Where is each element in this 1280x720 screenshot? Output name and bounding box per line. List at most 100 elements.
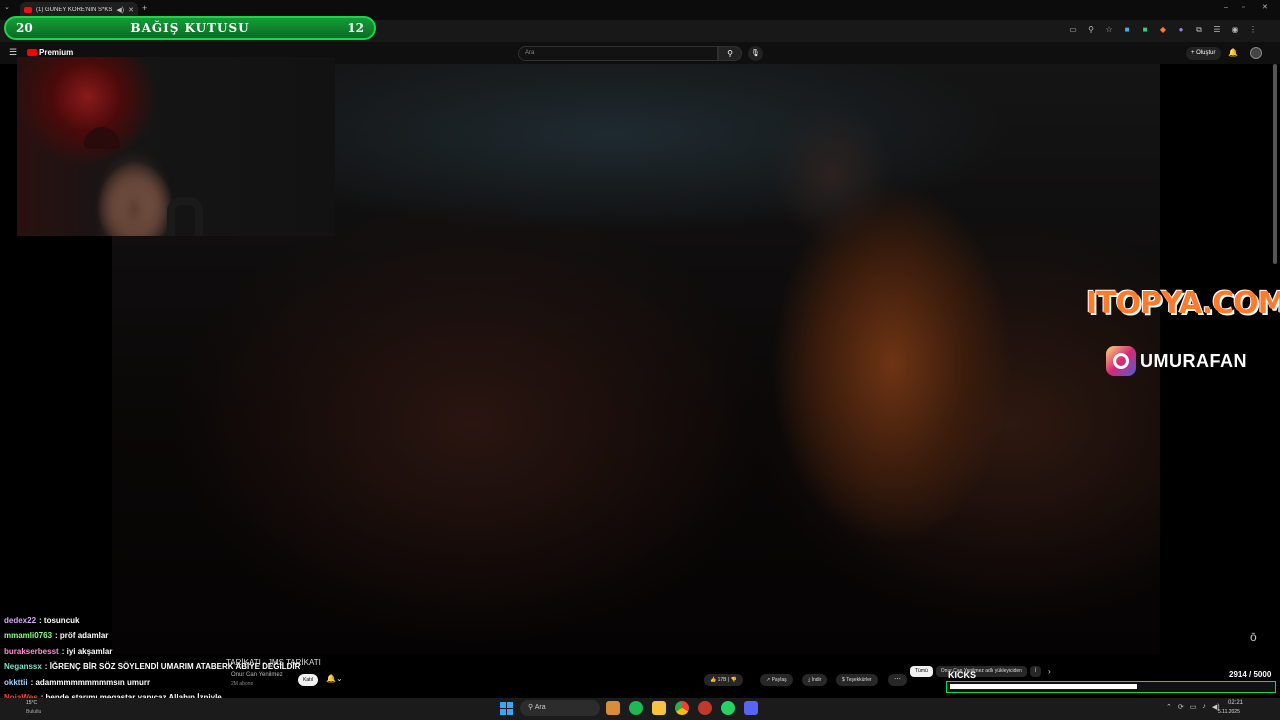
search-icon: ⚲	[727, 49, 733, 58]
page-scrollbar[interactable]	[1273, 64, 1277, 264]
discord-icon[interactable]	[744, 701, 758, 715]
chat-username[interactable]: Neganssx	[4, 662, 42, 671]
weather-description[interactable]: Bulutlu	[26, 709, 41, 715]
create-button[interactable]: + Oluştur	[1186, 47, 1221, 60]
widget-app-icon[interactable]	[606, 701, 620, 715]
window-maximize-button[interactable]: ▫	[1242, 4, 1244, 11]
filter-chip[interactable]: İ	[1029, 666, 1042, 677]
download-label: İndir	[811, 677, 822, 683]
extension-icon[interactable]: ●	[1176, 25, 1186, 35]
chevron-right-icon[interactable]: ›	[1048, 667, 1051, 676]
sync-icon[interactable]: ⟳	[1178, 703, 1184, 711]
windows-start-icon[interactable]	[500, 702, 513, 715]
kebab-menu-icon[interactable]: ⋮	[1248, 25, 1258, 35]
cast-icon[interactable]: ▭	[1068, 25, 1078, 35]
sidebar-icon[interactable]: ☰	[1212, 25, 1222, 35]
youtube-logo-text: Premium	[39, 48, 74, 57]
streamer-webcam	[17, 57, 335, 236]
clock-time[interactable]: 02:21	[1228, 700, 1243, 706]
youtube-search-input[interactable]: Ara	[518, 46, 718, 61]
chat-text: pröf adamlar	[59, 631, 109, 641]
chat-message: mmamli0763: pröf adamlar	[4, 628, 434, 643]
chat-message: okkttii: adammmmmmmmmsın umurr	[4, 675, 434, 690]
search-button[interactable]: ⚲	[718, 46, 742, 61]
taskbar-search-input[interactable]: ⚲ Ara	[520, 700, 600, 716]
chrome-icon[interactable]	[675, 701, 689, 715]
chat-text: adammmmmmmmmsın umurr	[35, 677, 151, 687]
notifications-bell-icon[interactable]: 🔔	[1228, 48, 1238, 57]
chat-username[interactable]: dedex22	[4, 616, 36, 625]
donation-title: BAĞIŞ KUTUSU	[130, 21, 250, 35]
taskbar-apps	[606, 701, 758, 715]
new-tab-button[interactable]: +	[142, 4, 147, 13]
chat-message: burakserbesst: iyi akşamlar	[4, 644, 434, 659]
sponsor-logo: ITOPYA.COM	[1086, 286, 1280, 321]
lamp	[84, 127, 120, 149]
donation-right-value: 12	[347, 21, 364, 35]
instagram-overlay: UMURAFAN	[1106, 346, 1247, 376]
stream-chat: dedex22: tosuncuk mmamli0763: pröf adamla…	[4, 613, 434, 705]
chat-username[interactable]: okkttii	[4, 678, 28, 687]
youtube-favicon-icon	[24, 7, 32, 13]
thanks-label: Teşekkürler	[846, 677, 872, 683]
donation-left-value: 20	[16, 21, 33, 35]
microphone-icon: 🎙	[751, 50, 760, 57]
thanks-button[interactable]: $ Teşekkürler	[836, 674, 878, 686]
headphones	[167, 197, 203, 236]
app-icon[interactable]	[698, 701, 712, 715]
whatsapp-icon[interactable]	[721, 701, 735, 715]
kicks-label: KICKS	[948, 670, 977, 680]
bookmark-star-icon[interactable]: ☆	[1104, 25, 1114, 35]
zoom-icon[interactable]: ⚲	[1086, 25, 1096, 35]
channel-watermark-icon[interactable]: ō	[1250, 630, 1257, 644]
kicks-progress-fill	[950, 684, 1137, 689]
kicks-count: 2914 / 5000	[1229, 670, 1272, 679]
spotify-icon[interactable]	[629, 701, 643, 715]
chat-message: dedex22: tosuncuk	[4, 613, 434, 628]
subscription-bell-icon[interactable]: 🔔⌄	[326, 674, 343, 683]
join-button[interactable]: Katıl	[298, 674, 318, 686]
youtube-play-icon	[27, 49, 37, 56]
weather-temperature[interactable]: 15°C	[26, 700, 37, 706]
like-count: 17B	[717, 677, 727, 683]
tab-audio-icon[interactable]: ◀)	[116, 7, 124, 14]
youtube-logo[interactable]: Premium	[27, 48, 73, 57]
instagram-handle: UMURAFAN	[1140, 350, 1247, 371]
download-button[interactable]: ⤓ İndir	[802, 674, 828, 686]
chat-message: Neganssx: İĞRENÇ BİR SÖZ SÖYLENDİ UMARIM…	[4, 659, 434, 674]
avatar[interactable]	[1250, 47, 1262, 59]
subscriber-count: 2M abone	[231, 681, 254, 687]
chat-text: iyi akşamlar	[66, 646, 113, 656]
chat-username[interactable]: burakserbesst	[4, 647, 59, 656]
video-title: TARİKATI - JMS TARİKATI	[226, 658, 321, 667]
extensions-puzzle-icon[interactable]: ⧉	[1194, 25, 1204, 35]
window-minimize-button[interactable]: –	[1224, 4, 1228, 11]
tab-close-icon[interactable]: ✕	[128, 7, 134, 14]
more-actions-button[interactable]: ⋯	[888, 674, 907, 686]
chat-text: tosuncuk	[43, 616, 80, 625]
tab-search-icon[interactable]: ⌄	[4, 4, 10, 11]
browser-toolbar: ▭ ⚲ ☆ ■ ■ ◆ ● ⧉ ☰ ◉ ⋮	[1068, 25, 1258, 35]
filter-chip[interactable]: Tümü	[910, 666, 933, 677]
share-button[interactable]: ↗ Paylaş	[760, 674, 793, 686]
system-tray: ⌃ ⟳ ▭ ♪ ◀)	[1166, 703, 1220, 711]
instagram-icon	[1106, 346, 1136, 376]
extension-icon[interactable]: ■	[1140, 25, 1150, 35]
hamburger-menu-icon[interactable]: ☰	[9, 47, 17, 58]
voice-search-button[interactable]: 🎙	[748, 46, 763, 61]
window-close-button[interactable]: ✕	[1262, 4, 1268, 11]
share-label: Paylaş	[771, 677, 787, 683]
battery-icon[interactable]: ▭	[1190, 703, 1197, 711]
mic-icon[interactable]: ♪	[1202, 703, 1206, 711]
chat-username[interactable]: mmamli0763	[4, 631, 52, 640]
channel-name[interactable]: Onur Can Yenilmez	[231, 672, 283, 678]
clock-date[interactable]: 5.11.2025	[1218, 709, 1240, 715]
profile-icon[interactable]: ◉	[1230, 25, 1240, 35]
like-button[interactable]: 👍 17B | 👎	[704, 674, 743, 686]
tab-title: (1) GÜNEY KORE'NİN S*KS	[36, 7, 113, 13]
file-explorer-icon[interactable]	[652, 701, 666, 715]
tray-chevron-icon[interactable]: ⌃	[1166, 703, 1172, 711]
extension-icon[interactable]: ◆	[1158, 25, 1168, 35]
donation-goal-bar: 20 BAĞIŞ KUTUSU 12	[4, 16, 376, 40]
extension-icon[interactable]: ■	[1122, 25, 1132, 35]
